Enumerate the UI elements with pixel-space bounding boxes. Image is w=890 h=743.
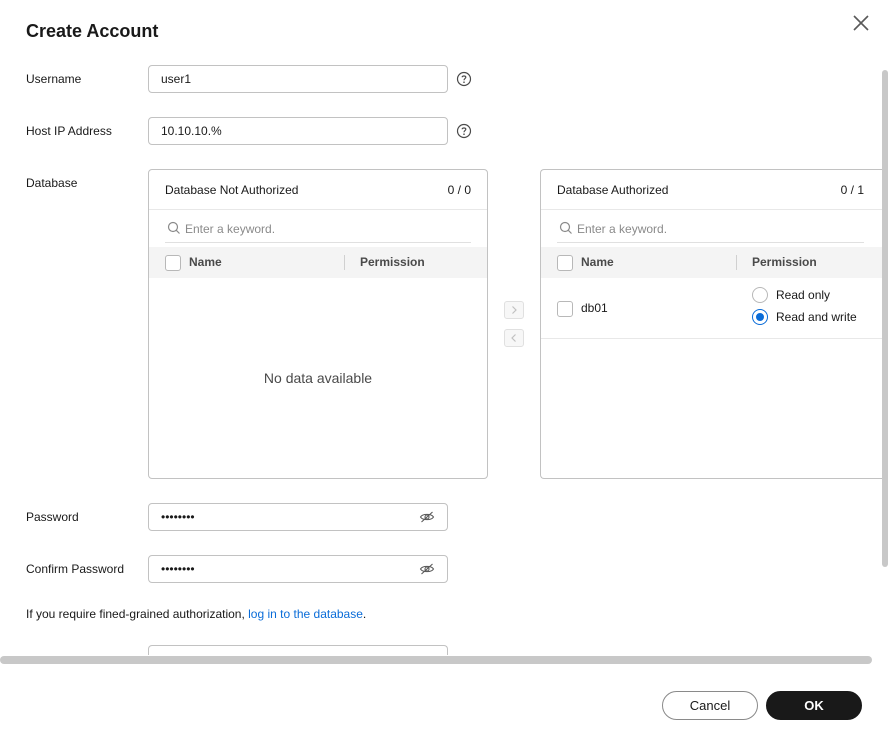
- column-permission: Permission: [360, 255, 425, 269]
- panel-title: Database Authorized: [557, 183, 669, 197]
- search-icon: [559, 221, 572, 234]
- help-icon[interactable]: [456, 123, 472, 139]
- move-left-button[interactable]: [504, 329, 524, 347]
- column-permission: Permission: [752, 255, 817, 269]
- chevron-left-icon: [511, 334, 516, 342]
- cancel-button[interactable]: Cancel: [662, 691, 758, 720]
- table-header: Name Permission: [149, 247, 487, 278]
- eye-hidden-icon[interactable]: [419, 561, 435, 577]
- username-input[interactable]: user1: [148, 65, 448, 93]
- search-icon: [167, 221, 180, 234]
- column-divider: [736, 255, 737, 270]
- close-icon[interactable]: [850, 12, 872, 34]
- database-name: db01: [581, 301, 608, 315]
- search-input[interactable]: [577, 216, 864, 242]
- row-checkbox[interactable]: [557, 301, 573, 317]
- select-all-checkbox[interactable]: [165, 255, 181, 271]
- search-box: [165, 216, 471, 243]
- authorized-db-panel: Database Authorized 0 / 1 Name Permissio…: [540, 169, 882, 479]
- clipped-input-field[interactable]: [148, 645, 448, 655]
- table-row: db01 Read only Read and write: [541, 278, 882, 339]
- authorization-note: If you require fined-grained authorizati…: [26, 607, 366, 621]
- panel-header: Database Authorized 0 / 1: [541, 170, 882, 210]
- vertical-scrollbar[interactable]: [882, 70, 888, 567]
- column-name: Name: [581, 255, 614, 269]
- read-write-label[interactable]: Read and write: [776, 310, 857, 324]
- help-icon[interactable]: [456, 71, 472, 87]
- create-account-dialog: Create Account Username user1 Host IP Ad…: [0, 0, 890, 743]
- panel-title: Database Not Authorized: [165, 183, 299, 197]
- read-write-radio[interactable]: [752, 309, 768, 325]
- empty-state: No data available: [263, 370, 373, 386]
- note-suffix: .: [362, 607, 367, 621]
- eye-hidden-icon[interactable]: [419, 509, 435, 525]
- confirm-password-label: Confirm Password: [26, 562, 125, 576]
- login-database-link[interactable]: log in to the database: [248, 607, 363, 621]
- password-input[interactable]: ••••••••: [148, 503, 448, 531]
- horizontal-scrollbar[interactable]: [0, 656, 872, 664]
- select-all-checkbox[interactable]: [557, 255, 573, 271]
- column-divider: [344, 255, 345, 270]
- read-only-label[interactable]: Read only: [776, 288, 830, 302]
- username-label: Username: [26, 72, 82, 86]
- database-label: Database: [26, 176, 78, 190]
- host-ip-input[interactable]: 10.10.10.%: [148, 117, 448, 145]
- table-header: Name Permission: [541, 247, 882, 278]
- panel-count: 0 / 1: [840, 183, 864, 197]
- panel-header: Database Not Authorized 0 / 0: [149, 170, 487, 210]
- search-box: [557, 216, 864, 243]
- unauthorized-db-panel: Database Not Authorized 0 / 0 Name Permi…: [148, 169, 488, 479]
- move-right-button[interactable]: [504, 301, 524, 319]
- password-label: Password: [26, 510, 79, 524]
- host-ip-label: Host IP Address: [26, 124, 112, 138]
- chevron-right-icon: [512, 306, 517, 314]
- dialog-title: Create Account: [26, 21, 159, 41]
- column-name: Name: [189, 255, 222, 269]
- search-input[interactable]: [185, 216, 471, 242]
- ok-button[interactable]: OK: [766, 691, 862, 720]
- note-text: If you require fined-grained authorizati…: [26, 607, 249, 621]
- read-only-radio[interactable]: [752, 287, 768, 303]
- panel-count: 0 / 0: [447, 183, 471, 197]
- confirm-password-input[interactable]: ••••••••: [148, 555, 448, 583]
